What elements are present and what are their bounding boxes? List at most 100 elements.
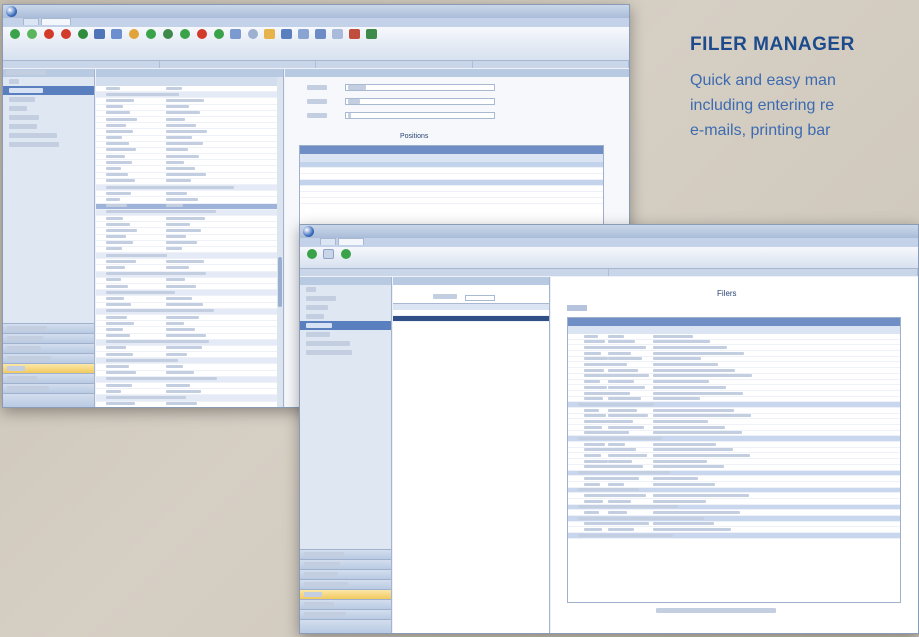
ribbon-button[interactable] xyxy=(313,29,328,39)
ribbon-tab[interactable] xyxy=(23,18,39,25)
nav-button[interactable] xyxy=(3,333,94,343)
nav-item[interactable] xyxy=(3,104,94,113)
filers-title: Filers xyxy=(717,289,737,298)
nav-bottom-buttons xyxy=(300,549,391,633)
grid-toolbar[interactable] xyxy=(567,305,587,311)
grid-header xyxy=(300,154,603,162)
app-orb-icon[interactable] xyxy=(303,226,314,237)
ribbon-button[interactable] xyxy=(364,29,379,39)
app-orb-icon[interactable] xyxy=(6,6,17,17)
title-bar xyxy=(3,5,629,18)
ribbon-button[interactable] xyxy=(75,29,90,39)
search-icon[interactable] xyxy=(245,29,260,39)
nav-item[interactable] xyxy=(3,131,94,140)
ribbon-button[interactable] xyxy=(321,249,336,259)
ribbon-button[interactable] xyxy=(109,29,124,39)
promo-line-1: Quick and easy man xyxy=(690,72,836,89)
ribbon xyxy=(300,247,918,269)
nav-button[interactable] xyxy=(300,619,391,633)
nav-item[interactable] xyxy=(3,95,94,104)
nav-button-selected[interactable] xyxy=(300,589,391,599)
nav-button[interactable] xyxy=(3,383,94,393)
ribbon-button[interactable] xyxy=(211,29,226,39)
grid-tab-strip xyxy=(568,318,900,326)
text-field[interactable] xyxy=(345,112,495,119)
ribbon-tab[interactable] xyxy=(338,238,364,245)
ribbon-button[interactable] xyxy=(347,29,362,39)
ribbon-button[interactable] xyxy=(330,29,345,39)
ribbon-button[interactable] xyxy=(304,249,319,259)
ribbon-button[interactable] xyxy=(58,29,73,39)
nav-item[interactable] xyxy=(300,339,391,348)
nav-button[interactable] xyxy=(300,549,391,559)
list-tab-strip xyxy=(96,77,283,86)
navigation-pane xyxy=(3,69,95,407)
navigation-pane xyxy=(300,277,392,633)
nav-item[interactable] xyxy=(3,77,94,86)
filter-row xyxy=(393,285,549,301)
date-field[interactable] xyxy=(465,295,496,301)
list-item-selected[interactable] xyxy=(393,316,549,323)
ribbon-button[interactable] xyxy=(126,29,141,39)
nav-button[interactable] xyxy=(300,579,391,589)
nav-button[interactable] xyxy=(300,609,391,619)
nav-item[interactable] xyxy=(300,312,391,321)
nav-item[interactable] xyxy=(300,294,391,303)
nav-item[interactable] xyxy=(300,285,391,294)
nav-item-selected[interactable] xyxy=(300,321,391,330)
ribbon-group-bar xyxy=(3,61,629,68)
promo-title: FILER MANAGER xyxy=(690,34,855,55)
ribbon-tabs xyxy=(3,18,629,27)
nav-item-selected[interactable] xyxy=(3,86,94,95)
nav-item[interactable] xyxy=(300,303,391,312)
nav-button[interactable] xyxy=(300,559,391,569)
nav-button[interactable] xyxy=(300,569,391,579)
list-column-header xyxy=(393,303,549,310)
ribbon-button[interactable] xyxy=(24,29,39,39)
nav-item[interactable] xyxy=(3,140,94,149)
ribbon-button[interactable] xyxy=(194,29,209,39)
filers-grid xyxy=(567,317,901,603)
ribbon-button[interactable] xyxy=(160,29,175,39)
nav-pane-header xyxy=(300,277,391,285)
nav-button[interactable] xyxy=(300,599,391,609)
list-scrollbar[interactable] xyxy=(277,77,283,407)
grid-header xyxy=(568,326,900,334)
promo-line-3: e-mails, printing bar xyxy=(690,122,831,139)
promo-line-2: including entering re xyxy=(690,97,835,114)
ribbon-button[interactable] xyxy=(228,29,243,39)
nav-item[interactable] xyxy=(3,113,94,122)
ribbon-button[interactable] xyxy=(177,29,192,39)
ribbon-button[interactable] xyxy=(262,29,277,39)
nav-button[interactable] xyxy=(3,353,94,363)
ribbon-button[interactable] xyxy=(279,29,294,39)
nav-button[interactable] xyxy=(3,393,94,407)
nav-button[interactable] xyxy=(3,373,94,383)
nav-button[interactable] xyxy=(3,323,94,333)
nav-button[interactable] xyxy=(3,343,94,353)
ribbon-tab[interactable] xyxy=(41,18,71,25)
ribbon-button[interactable] xyxy=(7,29,22,39)
nav-item[interactable] xyxy=(3,122,94,131)
ribbon-group-bar xyxy=(300,269,918,276)
scroll-thumb[interactable] xyxy=(278,257,282,307)
text-field[interactable] xyxy=(345,84,495,91)
text-field[interactable] xyxy=(345,98,495,105)
ribbon-button[interactable] xyxy=(41,29,56,39)
ribbon-button[interactable] xyxy=(338,249,353,259)
nav-item[interactable] xyxy=(300,348,391,357)
nav-item[interactable] xyxy=(300,330,391,339)
grid-footer-note xyxy=(656,608,776,613)
grid-row[interactable] xyxy=(300,198,603,204)
ribbon-button[interactable] xyxy=(92,29,107,39)
nav-button-selected[interactable] xyxy=(3,363,94,373)
ribbon-button[interactable] xyxy=(143,29,158,39)
list-rows xyxy=(96,86,283,407)
group-row[interactable] xyxy=(568,533,900,539)
ribbon-button[interactable] xyxy=(296,29,311,39)
title-bar xyxy=(300,225,918,238)
list-header xyxy=(393,277,549,285)
grid-rows xyxy=(568,334,900,539)
ribbon-tab[interactable] xyxy=(320,238,336,245)
list-row[interactable] xyxy=(96,402,283,407)
